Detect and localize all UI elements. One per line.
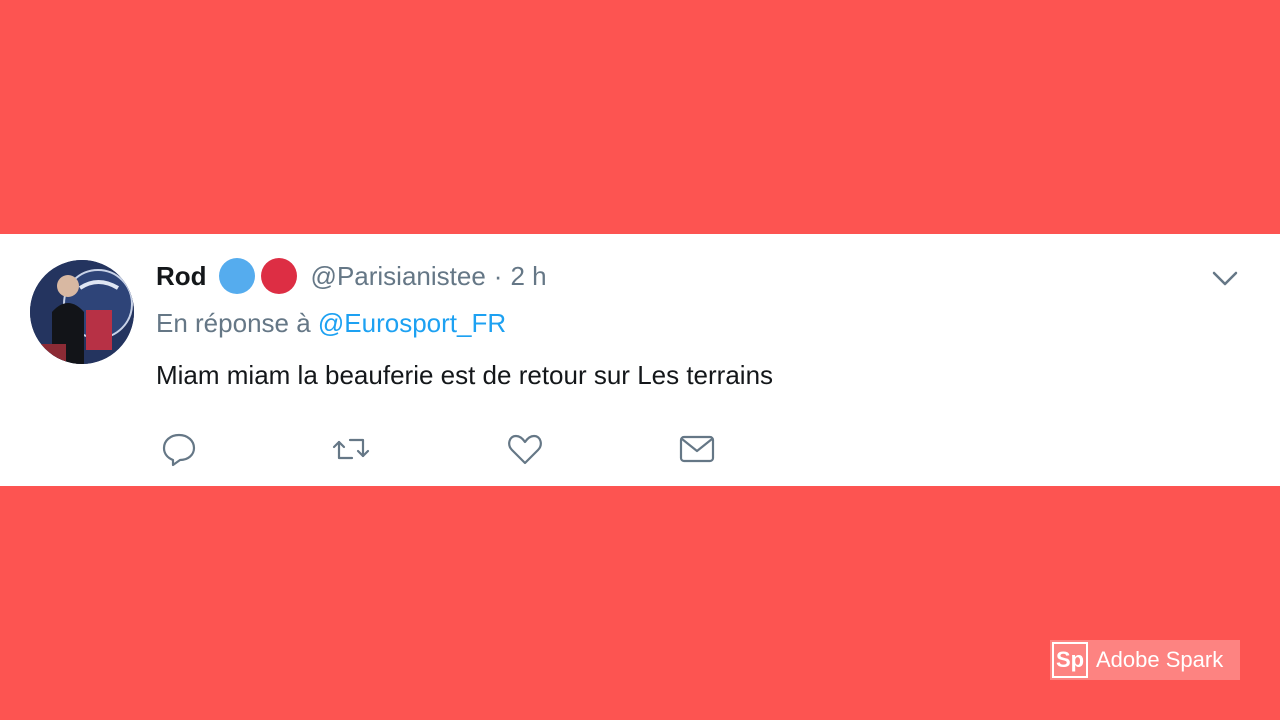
- adobe-spark-logo: Sp: [1052, 642, 1088, 678]
- red-circle-emoji: [260, 258, 297, 294]
- reply-mention-link[interactable]: @Eurosport_FR: [318, 308, 506, 338]
- reply-icon[interactable]: [160, 430, 198, 468]
- watermark-label: Adobe Spark: [1096, 647, 1224, 672]
- reply-prefix: En réponse à: [156, 308, 311, 338]
- avatar[interactable]: [30, 260, 134, 364]
- blue-circle-emoji: [218, 258, 255, 294]
- tweet-text: Miam miam la beauferie est de retour sur…: [156, 360, 774, 390]
- chevron-down-icon[interactable]: [1208, 264, 1242, 292]
- tweet-header: Rod @Parisianistee · 2 h: [156, 254, 547, 298]
- tweet-timestamp[interactable]: 2 h: [510, 261, 546, 292]
- direct-message-icon[interactable]: [678, 430, 716, 468]
- like-icon[interactable]: [506, 430, 544, 468]
- reply-context: En réponse à @Eurosport_FR: [156, 308, 506, 339]
- tweet-card: Rod @Parisianistee · 2 h En réponse à @E…: [0, 234, 1280, 486]
- adobe-spark-watermark: Sp Adobe Spark: [1050, 640, 1240, 680]
- user-handle[interactable]: @Parisianistee: [311, 261, 486, 292]
- retweet-icon[interactable]: [332, 430, 370, 468]
- header-separator: ·: [493, 260, 503, 291]
- display-name[interactable]: Rod: [156, 261, 207, 292]
